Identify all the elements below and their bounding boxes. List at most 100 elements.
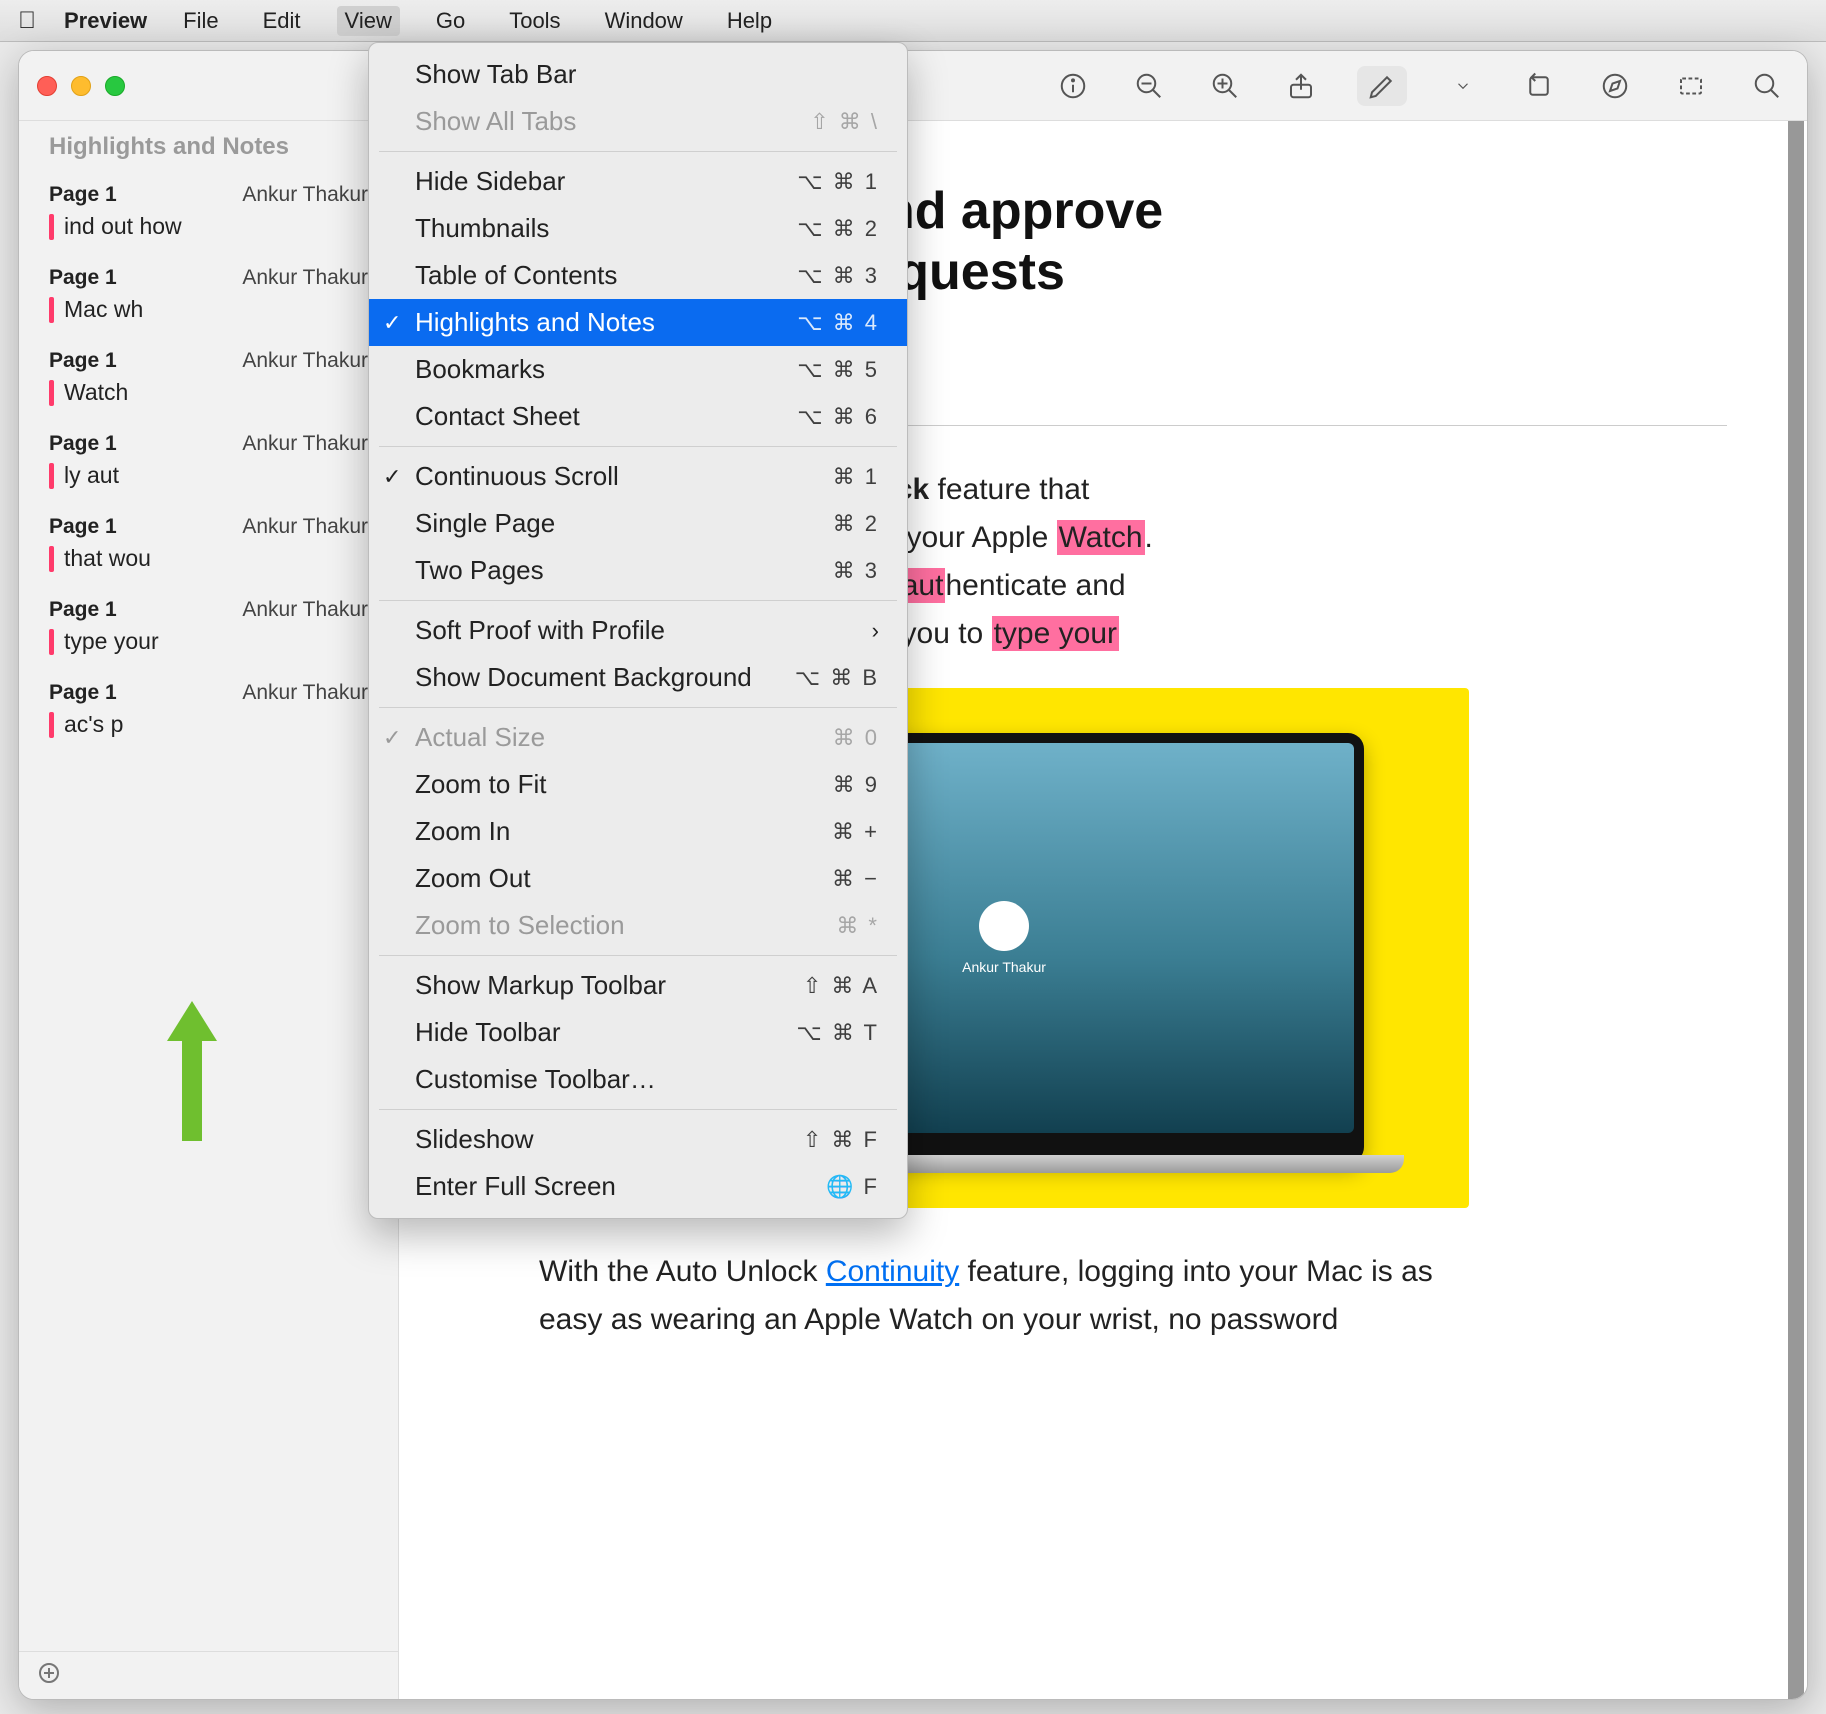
zoom-in-icon[interactable] [1205, 66, 1245, 106]
sidebar-title: Highlights and Notes [19, 133, 398, 175]
menu-item-enter-full-screen[interactable]: Enter Full Screen 🌐 F [369, 1163, 907, 1210]
annotation-arrow-icon [167, 1001, 217, 1146]
menu-shortcut: ⌥ ⌘ 3 [797, 263, 879, 289]
menu-shortcut: ⇧ ⌘ \ [810, 109, 879, 135]
sidebar-note[interactable]: Page 1 Ankur Thakur ac's p [19, 673, 398, 756]
menu-item-label: Enter Full Screen [415, 1171, 616, 1202]
menu-item-label: Zoom Out [415, 863, 531, 894]
highlight-bar-icon [49, 629, 54, 655]
add-note-icon[interactable] [37, 1661, 61, 1690]
minimize-window-button[interactable] [71, 76, 91, 96]
menu-item-thumbnails[interactable]: Thumbnails⌥ ⌘ 2 [369, 205, 907, 252]
menu-shortcut: ⌘ 3 [833, 558, 879, 584]
window-titlebar [19, 51, 1807, 121]
menu-item-slideshow[interactable]: Slideshow⇧ ⌘ F [369, 1116, 907, 1163]
sidebar-note[interactable]: Page 1 Ankur Thakur Mac wh [19, 258, 398, 341]
menu-shortcut: ⌘ 0 [833, 725, 879, 751]
note-page: Page 1 [49, 515, 117, 539]
menu-view[interactable]: View [337, 6, 400, 36]
crop-rect-icon[interactable] [1671, 66, 1711, 106]
highlights-sidebar: Highlights and Notes Page 1 Ankur Thakur… [19, 121, 399, 1699]
menu-item-contact-sheet[interactable]: Contact Sheet⌥ ⌘ 6 [369, 393, 907, 440]
menu-edit[interactable]: Edit [255, 6, 309, 36]
menu-item-zoom-to-fit[interactable]: Zoom to Fit⌘ 9 [369, 761, 907, 808]
checkmark-icon: ✓ [383, 310, 401, 336]
info-icon[interactable] [1053, 66, 1093, 106]
search-icon[interactable] [1747, 66, 1787, 106]
menu-item-show-all-tabs: Show All Tabs ⇧ ⌘ \ [369, 98, 907, 145]
sidebar-note[interactable]: Page 1 Ankur Thakur type your [19, 590, 398, 673]
menu-item-bookmarks[interactable]: Bookmarks⌥ ⌘ 5 [369, 346, 907, 393]
note-excerpt: type your [64, 628, 159, 655]
menu-window[interactable]: Window [597, 6, 691, 36]
toolbar [1053, 51, 1787, 120]
sidebar-note[interactable]: Page 1 Ankur Thakur that wou [19, 507, 398, 590]
menu-go[interactable]: Go [428, 6, 473, 36]
menu-item-show-markup-toolbar[interactable]: Show Markup Toolbar⇧ ⌘ A [369, 962, 907, 1009]
submenu-chevron-icon: › [872, 618, 879, 644]
note-author: Ankur Thakur [242, 349, 368, 373]
menu-item-label: Customise Toolbar… [415, 1064, 656, 1095]
menu-help[interactable]: Help [719, 6, 780, 36]
traffic-lights [37, 76, 125, 96]
highlight-bar-icon [49, 297, 54, 323]
sidebar-note[interactable]: Page 1 Ankur Thakur ly aut [19, 424, 398, 507]
zoom-out-icon[interactable] [1129, 66, 1169, 106]
markup-options-chevron-icon[interactable] [1443, 66, 1483, 106]
menu-item-label: Show All Tabs [415, 106, 576, 137]
continuity-link[interactable]: Continuity [826, 1255, 959, 1288]
share-icon[interactable] [1281, 66, 1321, 106]
annotate-icon[interactable] [1595, 66, 1635, 106]
sidebar-note[interactable]: Page 1 Ankur Thakur Watch [19, 341, 398, 424]
paragraph-2: With the Auto Unlock Continuity feature,… [539, 1248, 1459, 1344]
menu-separator [379, 955, 897, 956]
note-page: Page 1 [49, 183, 117, 207]
note-author: Ankur Thakur [242, 598, 368, 622]
menu-shortcut: 🌐 F [826, 1174, 879, 1200]
menu-item-two-pages[interactable]: Two Pages⌘ 3 [369, 547, 907, 594]
menu-shortcut: ⌥ ⌘ B [795, 665, 879, 691]
menu-item-customise-toolbar[interactable]: Customise Toolbar… [369, 1056, 907, 1103]
markup-icon[interactable] [1357, 66, 1407, 106]
vertical-scrollbar[interactable] [1788, 121, 1804, 1699]
menu-item-zoom-out[interactable]: Zoom Out⌘ − [369, 855, 907, 902]
note-excerpt: Mac wh [64, 296, 143, 323]
menu-item-actual-size: ✓Actual Size⌘ 0 [369, 714, 907, 761]
menu-item-show-tab-bar[interactable]: Show Tab Bar [369, 51, 907, 98]
app-name[interactable]: Preview [64, 8, 147, 34]
note-author: Ankur Thakur [242, 681, 368, 705]
menu-item-continuous-scroll[interactable]: ✓Continuous Scroll⌘ 1 [369, 453, 907, 500]
close-window-button[interactable] [37, 76, 57, 96]
menu-shortcut: ⌘ * [836, 913, 879, 939]
menu-file[interactable]: File [175, 6, 226, 36]
note-author: Ankur Thakur [242, 266, 368, 290]
menu-shortcut: ⇧ ⌘ F [803, 1127, 879, 1153]
menu-item-label: Bookmarks [415, 354, 545, 385]
menu-item-soft-proof-with-profile[interactable]: Soft Proof with Profile› [369, 607, 907, 654]
menu-item-table-of-contents[interactable]: Table of Contents⌥ ⌘ 3 [369, 252, 907, 299]
sidebar-note[interactable]: Page 1 Ankur Thakur ind out how [19, 175, 398, 258]
fullscreen-window-button[interactable] [105, 76, 125, 96]
menu-item-highlights-and-notes[interactable]: ✓Highlights and Notes⌥ ⌘ 4 [369, 299, 907, 346]
apple-menu-icon[interactable]:  [18, 7, 36, 35]
note-excerpt: ly aut [64, 462, 119, 489]
checkmark-icon: ✓ [383, 464, 401, 490]
menu-item-hide-sidebar[interactable]: Hide Sidebar⌥ ⌘ 1 [369, 158, 907, 205]
menu-item-label: Single Page [415, 508, 555, 539]
menu-tools[interactable]: Tools [501, 6, 568, 36]
rotate-icon[interactable] [1519, 66, 1559, 106]
menu-item-label: Highlights and Notes [415, 307, 655, 338]
menu-item-single-page[interactable]: Single Page⌘ 2 [369, 500, 907, 547]
menu-item-hide-toolbar[interactable]: Hide Toolbar⌥ ⌘ T [369, 1009, 907, 1056]
highlight: type your [992, 616, 1119, 651]
note-author: Ankur Thakur [242, 515, 368, 539]
note-author: Ankur Thakur [242, 183, 368, 207]
menu-separator [379, 446, 897, 447]
note-page: Page 1 [49, 266, 117, 290]
menu-item-label: Show Document Background [415, 662, 752, 693]
menu-item-label: Actual Size [415, 722, 545, 753]
menu-item-zoom-in[interactable]: Zoom In⌘ + [369, 808, 907, 855]
menu-item-show-document-background[interactable]: Show Document Background ⌥ ⌘ B [369, 654, 907, 701]
menu-shortcut: ⌘ 9 [833, 772, 879, 798]
menu-item-label: Hide Toolbar [415, 1017, 561, 1048]
